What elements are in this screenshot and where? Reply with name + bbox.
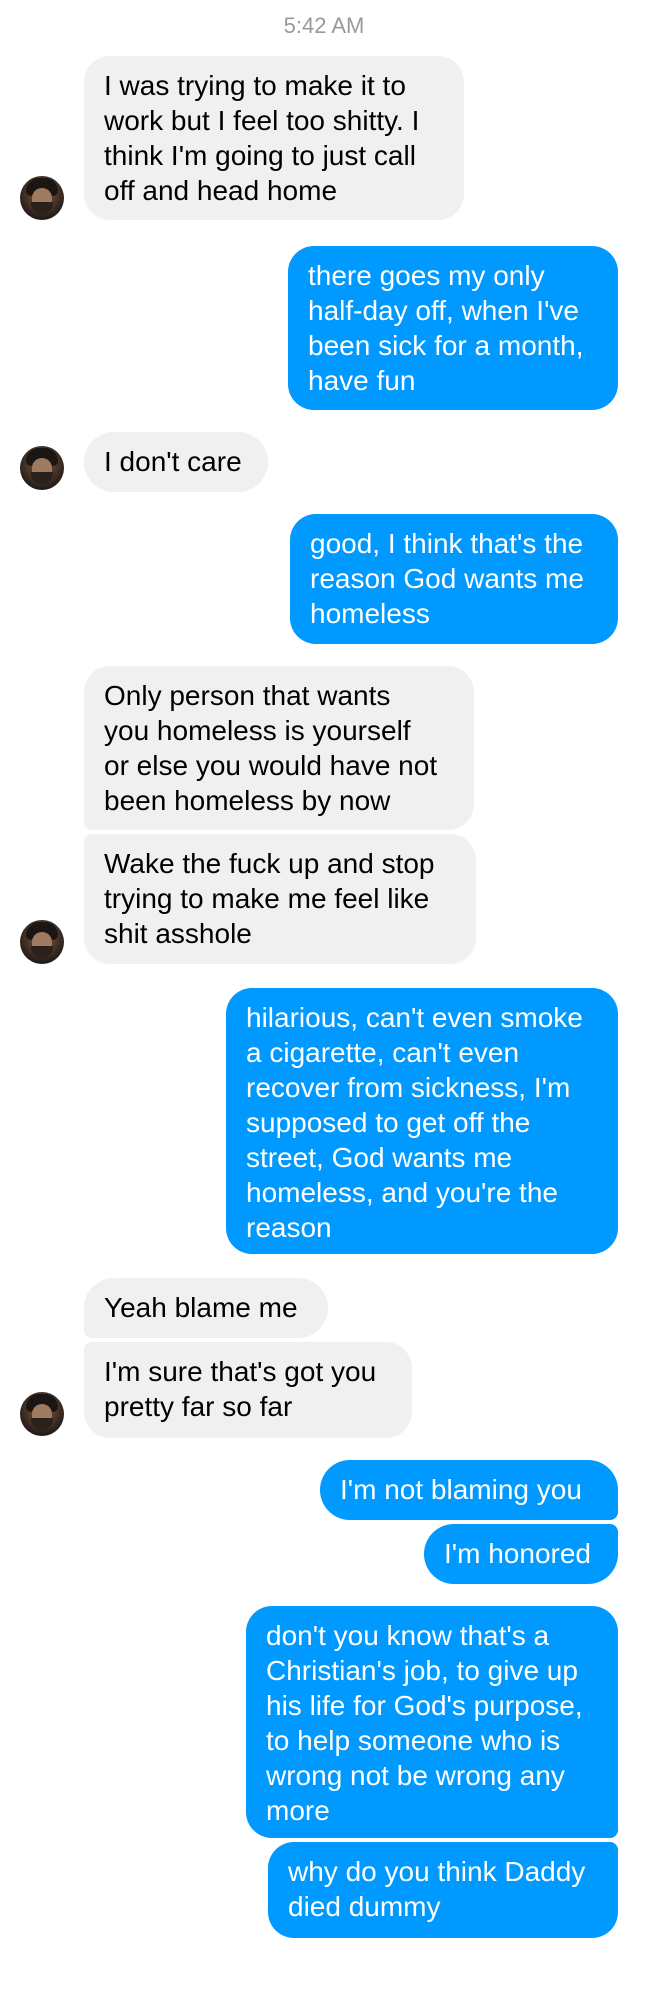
message-bubble-outgoing[interactable]: there goes my only half-day off, when I'… (288, 246, 618, 410)
message-line: hilarious, can't even smoke (246, 1002, 583, 1033)
message-bubble-outgoing[interactable]: I'm honored (424, 1524, 618, 1584)
message-line: I'm sure that's got you (104, 1356, 377, 1387)
message-line: supposed to get off the (246, 1107, 531, 1138)
message-bubble-outgoing[interactable]: hilarious, can't even smoke a cigarette,… (226, 988, 618, 1254)
message-line: Only person that wants (104, 680, 391, 711)
message-bubble-outgoing[interactable]: good, I think that's the reason God want… (290, 514, 618, 644)
message-line: why do you think Daddy (288, 1856, 586, 1887)
message-line: more (266, 1795, 330, 1826)
message-line: I'm not blaming you (340, 1474, 582, 1505)
message-line: work but I feel too shitty. I (104, 105, 420, 136)
message-line: wrong not be wrong any (266, 1760, 565, 1791)
message-line: Wake the fuck up and stop (104, 848, 435, 879)
message-line: reason (246, 1212, 332, 1243)
message-bubble-outgoing[interactable]: don't you know that's a Christian's job,… (246, 1606, 618, 1838)
message-bubble-incoming[interactable]: Wake the fuck up and stop trying to make… (84, 834, 476, 964)
message-line: good, I think that's the (310, 528, 584, 559)
message-line: or else you would have not (104, 750, 438, 781)
message-line: been sick for a month, (308, 330, 584, 361)
message-line: street, God wants me (246, 1142, 513, 1173)
message-line: trying to make me feel like (104, 883, 430, 914)
message-line: half-day off, when I've (308, 295, 579, 326)
message-line: have fun (308, 365, 416, 396)
message-line: shit asshole (104, 918, 252, 949)
message-line: I don't care (104, 446, 242, 477)
message-line: Yeah blame me (104, 1292, 298, 1323)
message-line: I'm honored (444, 1538, 591, 1569)
message-bubble-incoming[interactable]: I was trying to make it to work but I fe… (84, 56, 464, 220)
message-bubble-outgoing[interactable]: why do you think Daddy died dummy (268, 1842, 618, 1938)
message-line: recover from sickness, I'm (246, 1072, 571, 1103)
message-line: off and head home (104, 175, 338, 206)
contact-avatar-icon[interactable] (20, 446, 64, 490)
contact-avatar-icon[interactable] (20, 176, 64, 220)
message-bubble-incoming[interactable]: I'm sure that's got you pretty far so fa… (84, 1342, 412, 1438)
message-bubble-outgoing[interactable]: I'm not blaming you (320, 1460, 618, 1520)
message-line: think I'm going to just call (104, 140, 416, 171)
message-line: don't you know that's a (266, 1620, 550, 1651)
message-bubble-incoming[interactable]: Only person that wants you homeless is y… (84, 666, 474, 830)
message-bubble-incoming[interactable]: Yeah blame me (84, 1278, 328, 1338)
message-line: homeless, and you're the (246, 1177, 558, 1208)
message-line: you homeless is yourself (104, 715, 411, 746)
contact-avatar-icon[interactable] (20, 920, 64, 964)
message-line: his life for God's purpose, (266, 1690, 583, 1721)
message-line: homeless (310, 598, 430, 629)
message-line: I was trying to make it to (104, 70, 406, 101)
message-line: a cigarette, can't even (246, 1037, 520, 1068)
timestamp: 5:42 AM (283, 13, 365, 38)
message-line: been homeless by now (104, 785, 391, 816)
message-line: died dummy (288, 1891, 441, 1922)
message-line: there goes my only (308, 260, 545, 291)
contact-avatar-icon[interactable] (20, 1392, 64, 1436)
message-line: Christian's job, to give up (266, 1655, 578, 1686)
message-bubble-incoming[interactable]: I don't care (84, 432, 268, 492)
message-line: reason God wants me (310, 563, 584, 594)
message-line: pretty far so far (104, 1391, 293, 1422)
message-line: to help someone who is (266, 1725, 561, 1756)
